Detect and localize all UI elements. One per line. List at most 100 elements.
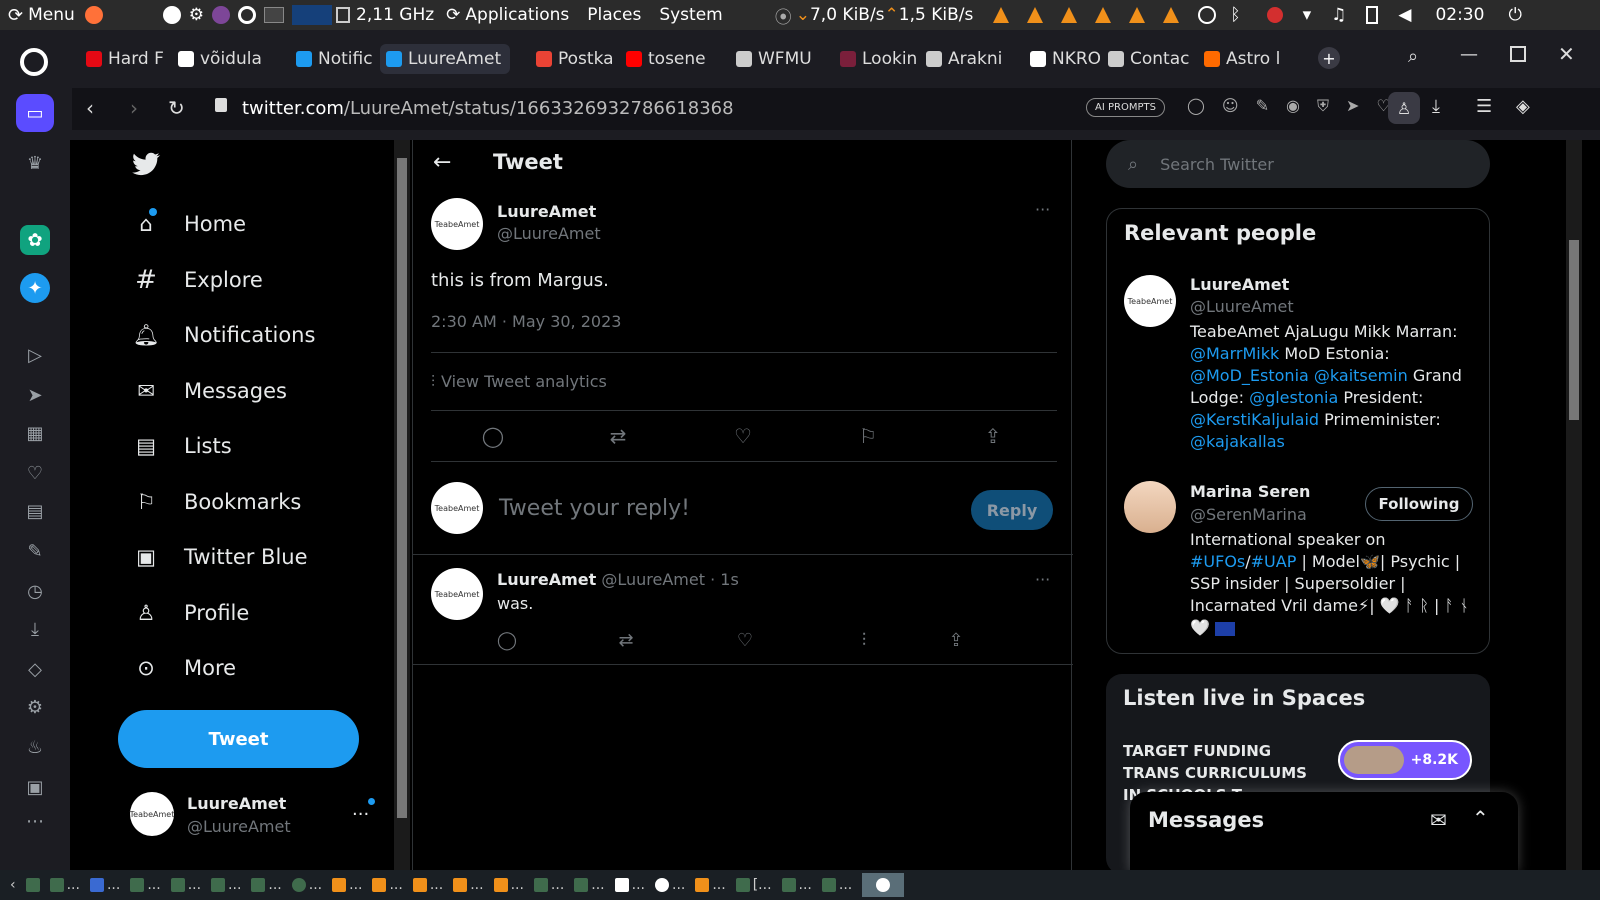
taskbar-item[interactable]: ... [781,877,812,893]
settings-sidebar-icon[interactable]: ⚙ [20,692,50,722]
mention-link[interactable]: @glestonia [1249,388,1338,407]
taskbar-item[interactable]: ... [332,877,362,893]
profile-icon[interactable]: ♙ [1388,92,1420,124]
back-arrow-icon[interactable]: ← [433,150,451,175]
crown-icon[interactable]: ♛ [20,148,50,178]
browser-tab[interactable]: Contac [1102,44,1192,74]
tweet-avatar[interactable]: TeabeAmet [431,198,483,250]
close-window-button[interactable]: ✕ [1558,42,1575,66]
relevant-person-handle[interactable]: @SerenMarina [1190,505,1307,524]
taskbar-item[interactable]: ... [211,877,241,893]
player-icon[interactable]: ▷ [20,340,50,370]
ai-prompts-button[interactable]: AI PROMPTS [1086,98,1165,117]
system-menu[interactable]: System [659,5,722,25]
tab-search-icon[interactable]: ⌕ [1408,46,1418,67]
more-sidebar-icon[interactable]: ⋯ [20,806,50,836]
reply-reply-icon[interactable]: ◯ [495,628,519,652]
reply-tweet-avatar[interactable]: TeabeAmet [431,568,483,620]
volume-icon[interactable]: ◀ [1398,5,1411,25]
taskbar-item[interactable]: ... [291,877,322,893]
chatgpt-icon[interactable]: ✿ [20,225,50,255]
page-scrollbar-thumb[interactable] [1569,240,1579,420]
send-icon[interactable]: ➤ [20,380,50,410]
menu-button[interactable]: ⟳ Menu [8,5,75,26]
mention-link[interactable]: @MoD_Estonia [1190,366,1309,385]
address-bar[interactable]: ‹ › ↻ twitter.com/LuureAmet/status/16633… [72,88,1600,130]
reply-input[interactable]: Tweet your reply! [499,496,939,521]
nav-bookmarks[interactable]: ⚐ Bookmarks [132,488,302,516]
history-icon[interactable]: ◷ [20,576,50,606]
taskbar-item[interactable]: ... [130,877,161,893]
taskbar-item[interactable]: ... [493,877,524,893]
browser-tab[interactable]: tosene [620,44,710,74]
relevant-person-name[interactable]: Marina Seren [1190,482,1310,501]
taskbar-item-active[interactable] [862,873,905,897]
vlc-icon[interactable] [1129,7,1146,23]
taskbar-item[interactable]: ... [614,877,645,893]
cube-icon[interactable]: ◇ [20,654,50,684]
maximize-button[interactable] [1510,46,1526,62]
reply-retweet-icon[interactable]: ⇄ [614,628,638,652]
url-text[interactable]: twitter.com/LuureAmet/status/16633269327… [242,98,734,119]
reply-author-name[interactable]: LuureAmet [497,570,596,589]
vlc-icon[interactable] [1027,7,1044,23]
browser-tab[interactable]: Lookin [834,44,920,74]
back-icon[interactable]: ‹ [86,96,94,120]
tor-icon[interactable] [212,6,231,24]
edit-icon[interactable]: ✎ [20,536,50,566]
vlc-icon[interactable] [1163,7,1180,23]
space-listeners-badge[interactable]: +8.2K [1338,740,1472,780]
news-icon[interactable]: ▤ [20,496,50,526]
extensions-icon[interactable]: ▣ [20,772,50,802]
tweet-author-name[interactable]: LuureAmet [497,202,596,221]
bluetooth-icon[interactable]: ᛒ [1230,5,1240,25]
reply-analytics-icon[interactable]: ⫶ [852,628,876,652]
relevant-person-avatar[interactable] [1124,481,1176,533]
record-icon[interactable] [1266,7,1283,23]
mention-link[interactable]: @kajakallas [1190,432,1285,451]
nav-notifications[interactable]: 🔔︎ Notifications [132,321,316,349]
nav-lists[interactable]: ▤ Lists [132,432,232,460]
taskbar-item[interactable]: ... [821,877,852,893]
taskbar-item[interactable]: ... [574,877,605,893]
taskbar-item[interactable]: ... [251,877,282,893]
reply-time[interactable]: · 1s [710,570,739,589]
account-switcher[interactable]: TeabeAmet LuureAmet @LuureAmet ··· [130,790,380,840]
mention-link[interactable]: @kaitsemin [1314,366,1408,385]
applications-menu[interactable]: ⟳ Applications [446,5,569,25]
downloads-icon[interactable]: ⤓ [1432,96,1440,117]
nav-explore[interactable]: # Explore [132,265,263,295]
expand-icon[interactable]: ⌃ [1472,806,1489,830]
wifi-signal-icon[interactable]: ▾ [1303,5,1312,25]
settings-icon[interactable]: ⚙ [189,5,204,25]
bookmark-icon[interactable]: ⚐ [856,424,880,448]
opera-tray-icon[interactable] [238,6,257,24]
reply-button[interactable]: Reply [971,490,1053,530]
taskbar-item[interactable]: [... [735,877,772,893]
like-icon[interactable]: ♡ [731,424,755,448]
opera-logo-icon[interactable] [20,48,48,76]
search-input[interactable]: Search Twitter [1160,155,1274,174]
taskbar-item[interactable]: ... [49,877,80,893]
bell-icon[interactable]: ♫ [1331,5,1346,25]
apps-icon[interactable]: ▦ [20,418,50,448]
vlc-icon[interactable] [1095,7,1112,23]
tweet-button[interactable]: Tweet [118,710,359,768]
tweet-timestamp[interactable]: 2:30 AM · May 30, 2023 [431,312,621,331]
nav-twitter-blue[interactable]: ▣ Twitter Blue [132,543,307,571]
firefox-icon[interactable] [84,6,103,24]
taskbar-item[interactable]: ... [655,877,685,893]
tweet-more-icon[interactable]: ··· [1035,200,1050,219]
left-scrollbar-thumb[interactable] [397,158,407,818]
retweet-icon[interactable]: ⇄ [606,424,630,448]
show-desktop-button[interactable] [25,878,40,892]
reply-like-icon[interactable]: ♡ [733,628,757,652]
taskbar-item[interactable]: ... [533,877,564,893]
relevant-person-handle[interactable]: @LuureAmet [1190,297,1294,316]
nav-more[interactable]: ⊙ More [132,654,236,682]
relevant-person-avatar[interactable]: TeabeAmet [1124,275,1176,327]
mention-link[interactable]: @KerstiKaljulaid [1190,410,1319,429]
minimize-button[interactable]: — [1460,44,1478,65]
taskbar-item[interactable]: ... [89,877,120,893]
hashtag-link[interactable]: #UAP [1251,552,1297,571]
